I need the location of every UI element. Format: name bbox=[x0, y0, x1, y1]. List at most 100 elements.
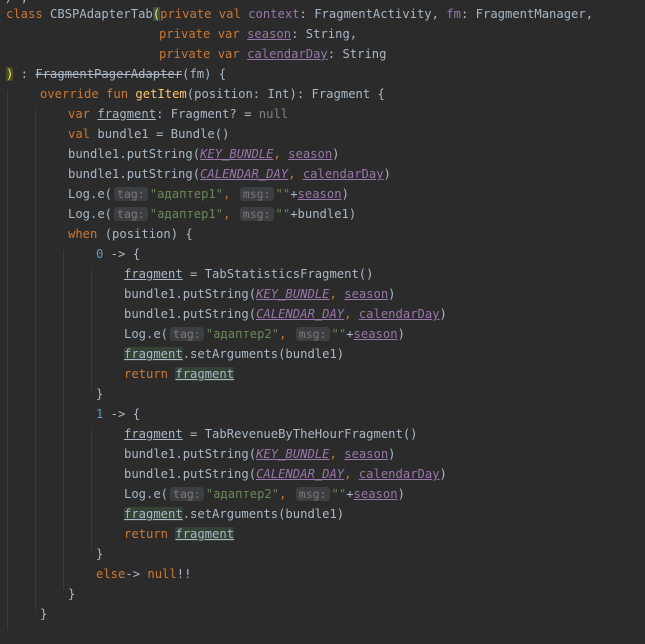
code-token: CALENDAR_DAY bbox=[256, 307, 345, 321]
code-line[interactable]: Log.e(tag: "адаптер2", msg: ""+season) bbox=[0, 484, 645, 504]
code-line[interactable]: 1 -> { bbox=[0, 404, 645, 424]
code-token: : FragmentActivity, bbox=[299, 7, 447, 21]
code-token: : String, bbox=[291, 27, 358, 41]
code-token: } bbox=[96, 387, 104, 401]
code-token: fragment bbox=[124, 347, 183, 361]
code-line[interactable]: Log.e(tag: "адаптер2", msg: ""+season) bbox=[0, 324, 645, 344]
code-line[interactable]: val bundle1 = Bundle() bbox=[0, 124, 645, 144]
code-line[interactable]: fragment.setArguments(bundle1) bbox=[0, 504, 645, 524]
code-token: , bbox=[344, 467, 359, 481]
code-line[interactable]: class CBSPAdapterTab(private val context… bbox=[0, 4, 645, 24]
code-token: Log.e( bbox=[124, 327, 169, 341]
code-token: + bbox=[346, 327, 354, 341]
code-token: bundle1.putString( bbox=[124, 287, 257, 301]
code-line[interactable]: bundle1.putString(KEY_BUNDLE, season) bbox=[0, 144, 645, 164]
code-token: fragment bbox=[175, 527, 235, 541]
code-token: ) bbox=[332, 147, 340, 161]
code-token: null bbox=[147, 567, 177, 581]
code-line[interactable]: var fragment: Fragment? = null bbox=[0, 104, 645, 124]
code-token: !! bbox=[176, 567, 192, 581]
code-token: Log.e( bbox=[68, 207, 113, 221]
code-editor[interactable]: / , class CBSPAdapterTab(private val con… bbox=[0, 0, 645, 631]
code-token: KEY_BUNDLE bbox=[256, 447, 330, 461]
parameter-hint: tag: bbox=[170, 327, 204, 341]
code-token: -> { bbox=[103, 407, 141, 421]
code-token: .setArguments(bundle1) bbox=[182, 347, 345, 361]
code-token: getItem bbox=[135, 87, 187, 101]
code-line[interactable]: return fragment bbox=[0, 364, 645, 384]
code-line[interactable]: fragment = TabRevenueByTheHourFragment() bbox=[0, 424, 645, 444]
code-line[interactable]: private var season: String, bbox=[0, 24, 645, 44]
code-token: bundle1.putString( bbox=[68, 167, 201, 181]
code-line[interactable]: fragment.setArguments(bundle1) bbox=[0, 344, 645, 364]
code-token: private val bbox=[160, 7, 249, 21]
code-token: fragment bbox=[97, 107, 157, 121]
code-token: ) bbox=[341, 187, 349, 201]
code-line[interactable]: override fun getItem(position: Int): Fra… bbox=[0, 84, 645, 104]
code-line[interactable]: } bbox=[0, 544, 645, 564]
code-token: "" bbox=[275, 207, 291, 221]
code-token: KEY_BUNDLE bbox=[200, 147, 274, 161]
code-token: season bbox=[288, 147, 333, 161]
code-token: , bbox=[273, 147, 289, 161]
code-line[interactable]: bundle1.putString(KEY_BUNDLE, season) bbox=[0, 444, 645, 464]
code-line[interactable]: when (position) { bbox=[0, 224, 645, 244]
code-token: } bbox=[96, 547, 104, 561]
code-token: return bbox=[124, 527, 176, 541]
code-line[interactable]: 0 -> { bbox=[0, 244, 645, 264]
code-line[interactable]: return fragment bbox=[0, 524, 645, 544]
code-token: season bbox=[297, 187, 342, 201]
code-token: "адаптер1" bbox=[149, 187, 224, 201]
code-token: "" bbox=[331, 487, 347, 501]
code-line[interactable]: bundle1.putString(CALENDAR_DAY, calendar… bbox=[0, 164, 645, 184]
code-line[interactable]: } bbox=[0, 384, 645, 404]
code-token: : FragmentManager, bbox=[460, 7, 594, 21]
code-token: "" bbox=[331, 327, 347, 341]
code-line[interactable]: bundle1.putString(CALENDAR_DAY, calendar… bbox=[0, 304, 645, 324]
code-token: private var bbox=[159, 47, 248, 61]
code-token: ) bbox=[397, 487, 405, 501]
code-token: , bbox=[288, 167, 303, 181]
code-token: calendarDay bbox=[358, 307, 440, 321]
code-line[interactable]: bundle1.putString(KEY_BUNDLE, season) bbox=[0, 284, 645, 304]
code-token: bundle1.putString( bbox=[124, 307, 257, 321]
code-line[interactable]: } bbox=[0, 584, 645, 604]
code-token: ) bbox=[439, 307, 447, 321]
code-token: (fm) { bbox=[182, 67, 227, 81]
code-token: bundle1.putString( bbox=[124, 467, 257, 481]
code-line[interactable]: Log.e(tag: "адаптер1", msg: ""+season) bbox=[0, 184, 645, 204]
code-token: calendarDay bbox=[302, 167, 384, 181]
code-token: ) bbox=[439, 467, 447, 481]
code-line[interactable]: fragment = TabStatisticsFragment() bbox=[0, 264, 645, 284]
code-token: season bbox=[247, 27, 292, 41]
code-token: Log.e( bbox=[68, 187, 113, 201]
code-line[interactable]: Log.e(tag: "адаптер1", msg: ""+bundle1) bbox=[0, 204, 645, 224]
code-token: Log.e( bbox=[124, 487, 169, 501]
code-token: .setArguments(bundle1) bbox=[182, 507, 345, 521]
code-token: : bbox=[13, 67, 36, 81]
code-line[interactable]: private var calendarDay: String bbox=[0, 44, 645, 64]
parameter-hint: tag: bbox=[170, 487, 204, 501]
code-token: -> { bbox=[103, 247, 141, 261]
code-token: , bbox=[344, 307, 359, 321]
code-line[interactable]: else-> null!! bbox=[0, 564, 645, 584]
code-token: fragment bbox=[175, 367, 235, 381]
code-token: (position) { bbox=[104, 227, 193, 241]
code-token: season bbox=[344, 447, 389, 461]
code-token: calendarDay bbox=[247, 47, 328, 61]
code-token: season bbox=[353, 487, 398, 501]
code-token: } bbox=[40, 607, 48, 621]
code-line[interactable]: } bbox=[0, 604, 645, 624]
code-token: "адаптер1" bbox=[149, 207, 224, 221]
code-line[interactable]: bundle1.putString(CALENDAR_DAY, calendar… bbox=[0, 464, 645, 484]
code-line[interactable]: ) : FragmentPagerAdapter(fm) { bbox=[0, 64, 645, 84]
code-token: + bbox=[346, 487, 354, 501]
parameter-hint: tag: bbox=[114, 187, 148, 201]
code-token: var bbox=[68, 107, 98, 121]
code-token: ) bbox=[383, 167, 391, 181]
parameter-hint: msg: bbox=[239, 207, 274, 221]
code-token: ) bbox=[388, 287, 396, 301]
code-token: , bbox=[279, 487, 294, 501]
code-token: class bbox=[6, 7, 51, 21]
code-token: + bbox=[290, 187, 298, 201]
